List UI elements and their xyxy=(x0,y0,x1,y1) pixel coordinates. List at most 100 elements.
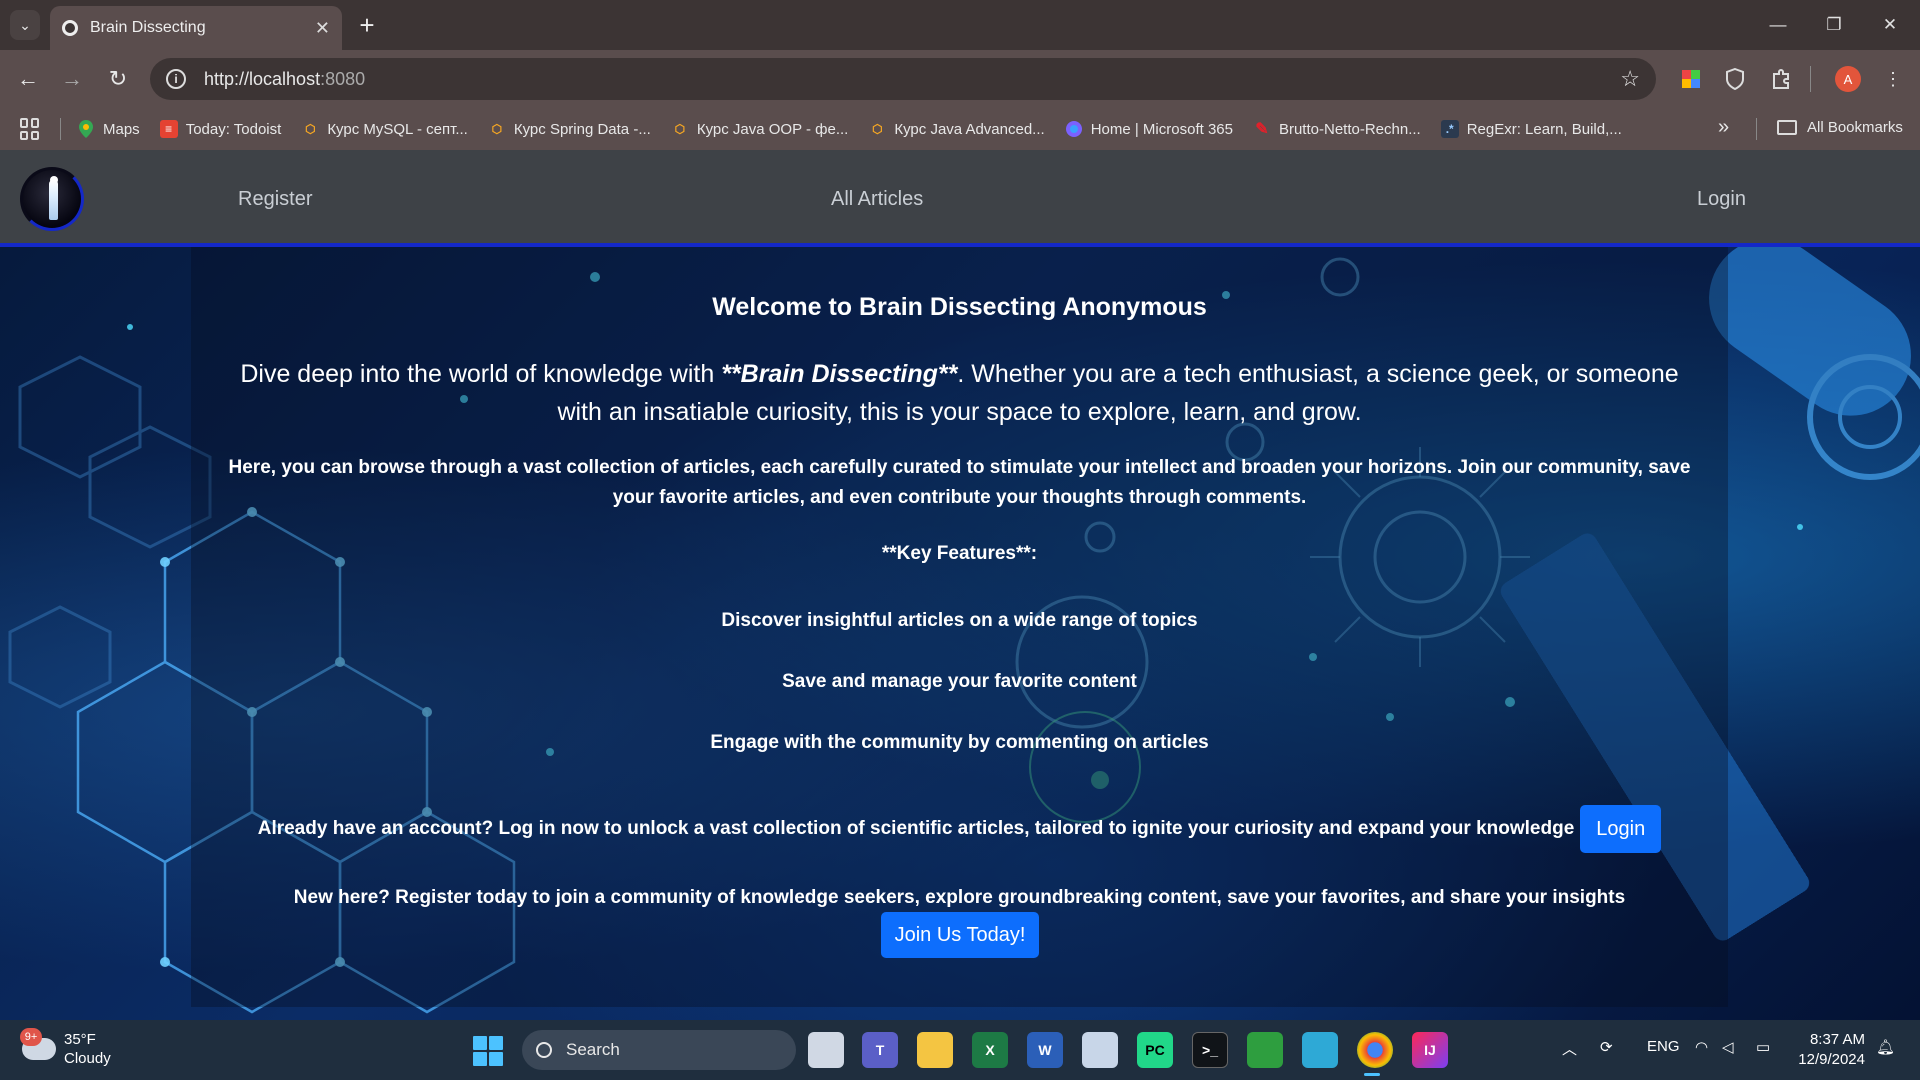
toolbar-divider xyxy=(1810,66,1811,92)
bookmarks-divider xyxy=(60,118,61,140)
bookmark-star-icon[interactable]: ☆ xyxy=(1620,66,1640,92)
tab-title: Brain Dissecting xyxy=(90,19,206,36)
site-logo[interactable] xyxy=(20,167,84,231)
notepad-icon[interactable] xyxy=(1302,1032,1338,1068)
login-prompt-text: Already have an account? Log in now to u… xyxy=(257,818,1575,839)
restore-window-icon[interactable]: ❐ xyxy=(1810,8,1858,42)
reload-icon[interactable]: ↻ xyxy=(102,63,134,95)
windows-taskbar: 9+ 35°F Cloudy Search T X W PC >_ IJ ︿ ⟳… xyxy=(0,1020,1920,1080)
all-bookmarks-button[interactable]: All Bookmarks xyxy=(1777,119,1903,136)
logo-figure xyxy=(49,180,58,220)
folder-icon xyxy=(1777,120,1797,135)
teams-icon[interactable]: T xyxy=(862,1032,898,1068)
clock-date: 12/9/2024 xyxy=(1798,1051,1865,1068)
apps-grid-icon[interactable] xyxy=(20,118,42,140)
bookmark-label: Today: Todoist xyxy=(185,120,282,138)
nav-all-articles-link[interactable]: All Articles xyxy=(831,188,923,211)
excel-icon[interactable]: X xyxy=(972,1032,1008,1068)
bookmark-label: Курс Java Advanced... xyxy=(894,120,1045,138)
calculator-icon: ✎ xyxy=(1255,121,1269,138)
bookmark-todoist[interactable]: ≡ Today: Todoist xyxy=(159,120,282,138)
minimize-window-icon[interactable]: — xyxy=(1754,8,1802,42)
wifi-icon[interactable]: ◠ xyxy=(1695,1038,1708,1056)
file-explorer-icon[interactable] xyxy=(917,1032,953,1068)
profile-avatar[interactable]: A xyxy=(1835,66,1861,92)
active-app-indicator xyxy=(1364,1073,1380,1076)
new-tab-button[interactable]: + xyxy=(352,10,382,40)
site-navbar: Register All Articles Login xyxy=(0,150,1920,247)
tab-search-chevron-icon[interactable]: ⌄ xyxy=(10,10,40,40)
bookmarks-overflow-icon[interactable]: » xyxy=(1718,116,1729,139)
extension-color-icon[interactable] xyxy=(1678,66,1704,92)
bookmark-course-java-advanced[interactable]: ⬡ Курс Java Advanced... xyxy=(868,120,1045,138)
browser-toolbar: ← → ↻ i http://localhost:8080 ☆ A ⋮ xyxy=(0,50,1920,108)
welcome-heading: Welcome to Brain Dissecting Anonymous xyxy=(712,293,1207,321)
photos-icon[interactable] xyxy=(1082,1032,1118,1068)
bookmark-regexr[interactable]: .* RegExr: Learn, Build,... xyxy=(1440,120,1622,138)
lead-paragraph: Dive deep into the world of knowledge wi… xyxy=(221,355,1698,431)
tab-favicon-icon xyxy=(62,20,78,36)
bookmark-course-mysql[interactable]: ⬡ Курс MySQL - септ... xyxy=(301,120,468,138)
all-bookmarks-label: All Bookmarks xyxy=(1807,119,1903,136)
bookmark-course-spring[interactable]: ⬡ Курс Spring Data -... xyxy=(488,120,651,138)
pycharm-icon[interactable]: PC xyxy=(1137,1032,1173,1068)
bookmark-maps[interactable]: Maps xyxy=(77,120,140,138)
tab-close-icon[interactable]: ✕ xyxy=(315,18,330,39)
taskbar-search[interactable]: Search xyxy=(522,1030,796,1070)
bookmark-microsoft365[interactable]: Home | Microsoft 365 xyxy=(1065,120,1233,138)
bookmark-course-java-oop[interactable]: ⬡ Курс Java OOP - фе... xyxy=(671,120,849,138)
weather-condition: Cloudy xyxy=(64,1050,111,1067)
weather-text: 35°F Cloudy xyxy=(64,1030,111,1068)
login-button[interactable]: Login xyxy=(1580,805,1662,853)
taskbar-clock[interactable]: 8:37 AM 12/9/2024 xyxy=(1795,1030,1865,1070)
notification-bell-icon[interactable]: 🔔︎ xyxy=(1876,1038,1895,1056)
bookmark-label: Home | Microsoft 365 xyxy=(1090,120,1233,138)
join-us-button[interactable]: Join Us Today! xyxy=(881,912,1039,958)
browser-tab[interactable]: Brain Dissecting ✕ xyxy=(50,6,342,50)
bookmark-label: Brutto-Netto-Rechn... xyxy=(1278,120,1421,138)
volume-icon[interactable]: ◁ xyxy=(1722,1038,1734,1056)
terminal-icon[interactable]: >_ xyxy=(1192,1032,1228,1068)
task-view-icon[interactable] xyxy=(808,1032,844,1068)
notification-badge: 9+ xyxy=(20,1028,42,1046)
url-text[interactable]: http://localhost:8080 xyxy=(204,69,1620,90)
battery-icon[interactable]: ▭ xyxy=(1756,1038,1770,1056)
lead-text-start: Dive deep into the world of knowledge wi… xyxy=(240,360,722,388)
bookmark-label: Курс Spring Data -... xyxy=(513,120,651,138)
address-bar[interactable]: i http://localhost:8080 ☆ xyxy=(150,58,1656,100)
close-window-icon[interactable]: ✕ xyxy=(1866,8,1914,42)
lock-app-icon[interactable] xyxy=(1247,1032,1283,1068)
windows-start-icon[interactable] xyxy=(473,1036,503,1066)
sync-icon[interactable]: ⟳ xyxy=(1600,1038,1613,1056)
intellij-icon[interactable]: IJ xyxy=(1412,1032,1448,1068)
microsoft365-icon xyxy=(1065,120,1083,138)
bookmarks-bar: Maps ≡ Today: Todoist ⬡ Курс MySQL - сеп… xyxy=(0,108,1920,150)
nav-login-link[interactable]: Login xyxy=(1697,188,1746,211)
forward-arrow-icon[interactable]: → xyxy=(56,63,88,95)
bookmark-brutto-netto[interactable]: ✎ Brutto-Netto-Rechn... xyxy=(1253,120,1421,139)
feature-item: Discover insightful articles on a wide r… xyxy=(721,610,1198,631)
bookmark-label: Maps xyxy=(103,120,140,138)
course-icon: ⬡ xyxy=(491,122,503,136)
browser-tab-bar: ⌄ Brain Dissecting ✕ + — ❐ ✕ xyxy=(0,0,1920,50)
url-host: http://localhost xyxy=(204,68,321,89)
hero-section: Welcome to Brain Dissecting Anonymous Di… xyxy=(0,247,1920,1020)
back-arrow-icon[interactable]: ← xyxy=(12,63,44,95)
extensions-puzzle-icon[interactable] xyxy=(1768,66,1794,92)
language-indicator[interactable]: ENG xyxy=(1647,1038,1680,1055)
regexr-icon: .* xyxy=(1440,120,1459,138)
chrome-icon[interactable] xyxy=(1357,1032,1393,1068)
site-info-icon[interactable]: i xyxy=(166,69,186,89)
shield-extension-icon[interactable] xyxy=(1722,66,1748,92)
register-prompt-text: New here? Register today to join a commu… xyxy=(293,887,1626,908)
taskbar-search-label: Search xyxy=(566,1040,620,1059)
browser-menu-icon[interactable]: ⋮ xyxy=(1880,66,1906,92)
bookmarks-divider xyxy=(1756,118,1757,140)
url-port: :8080 xyxy=(320,68,366,89)
tray-overflow-chevron-icon[interactable]: ︿ xyxy=(1562,1038,1577,1059)
nav-register-link[interactable]: Register xyxy=(238,188,312,211)
search-icon xyxy=(536,1042,552,1058)
temperature: 35°F xyxy=(64,1031,96,1048)
weather-widget[interactable]: 9+ 35°F Cloudy xyxy=(20,1028,111,1068)
word-icon[interactable]: W xyxy=(1027,1032,1063,1068)
